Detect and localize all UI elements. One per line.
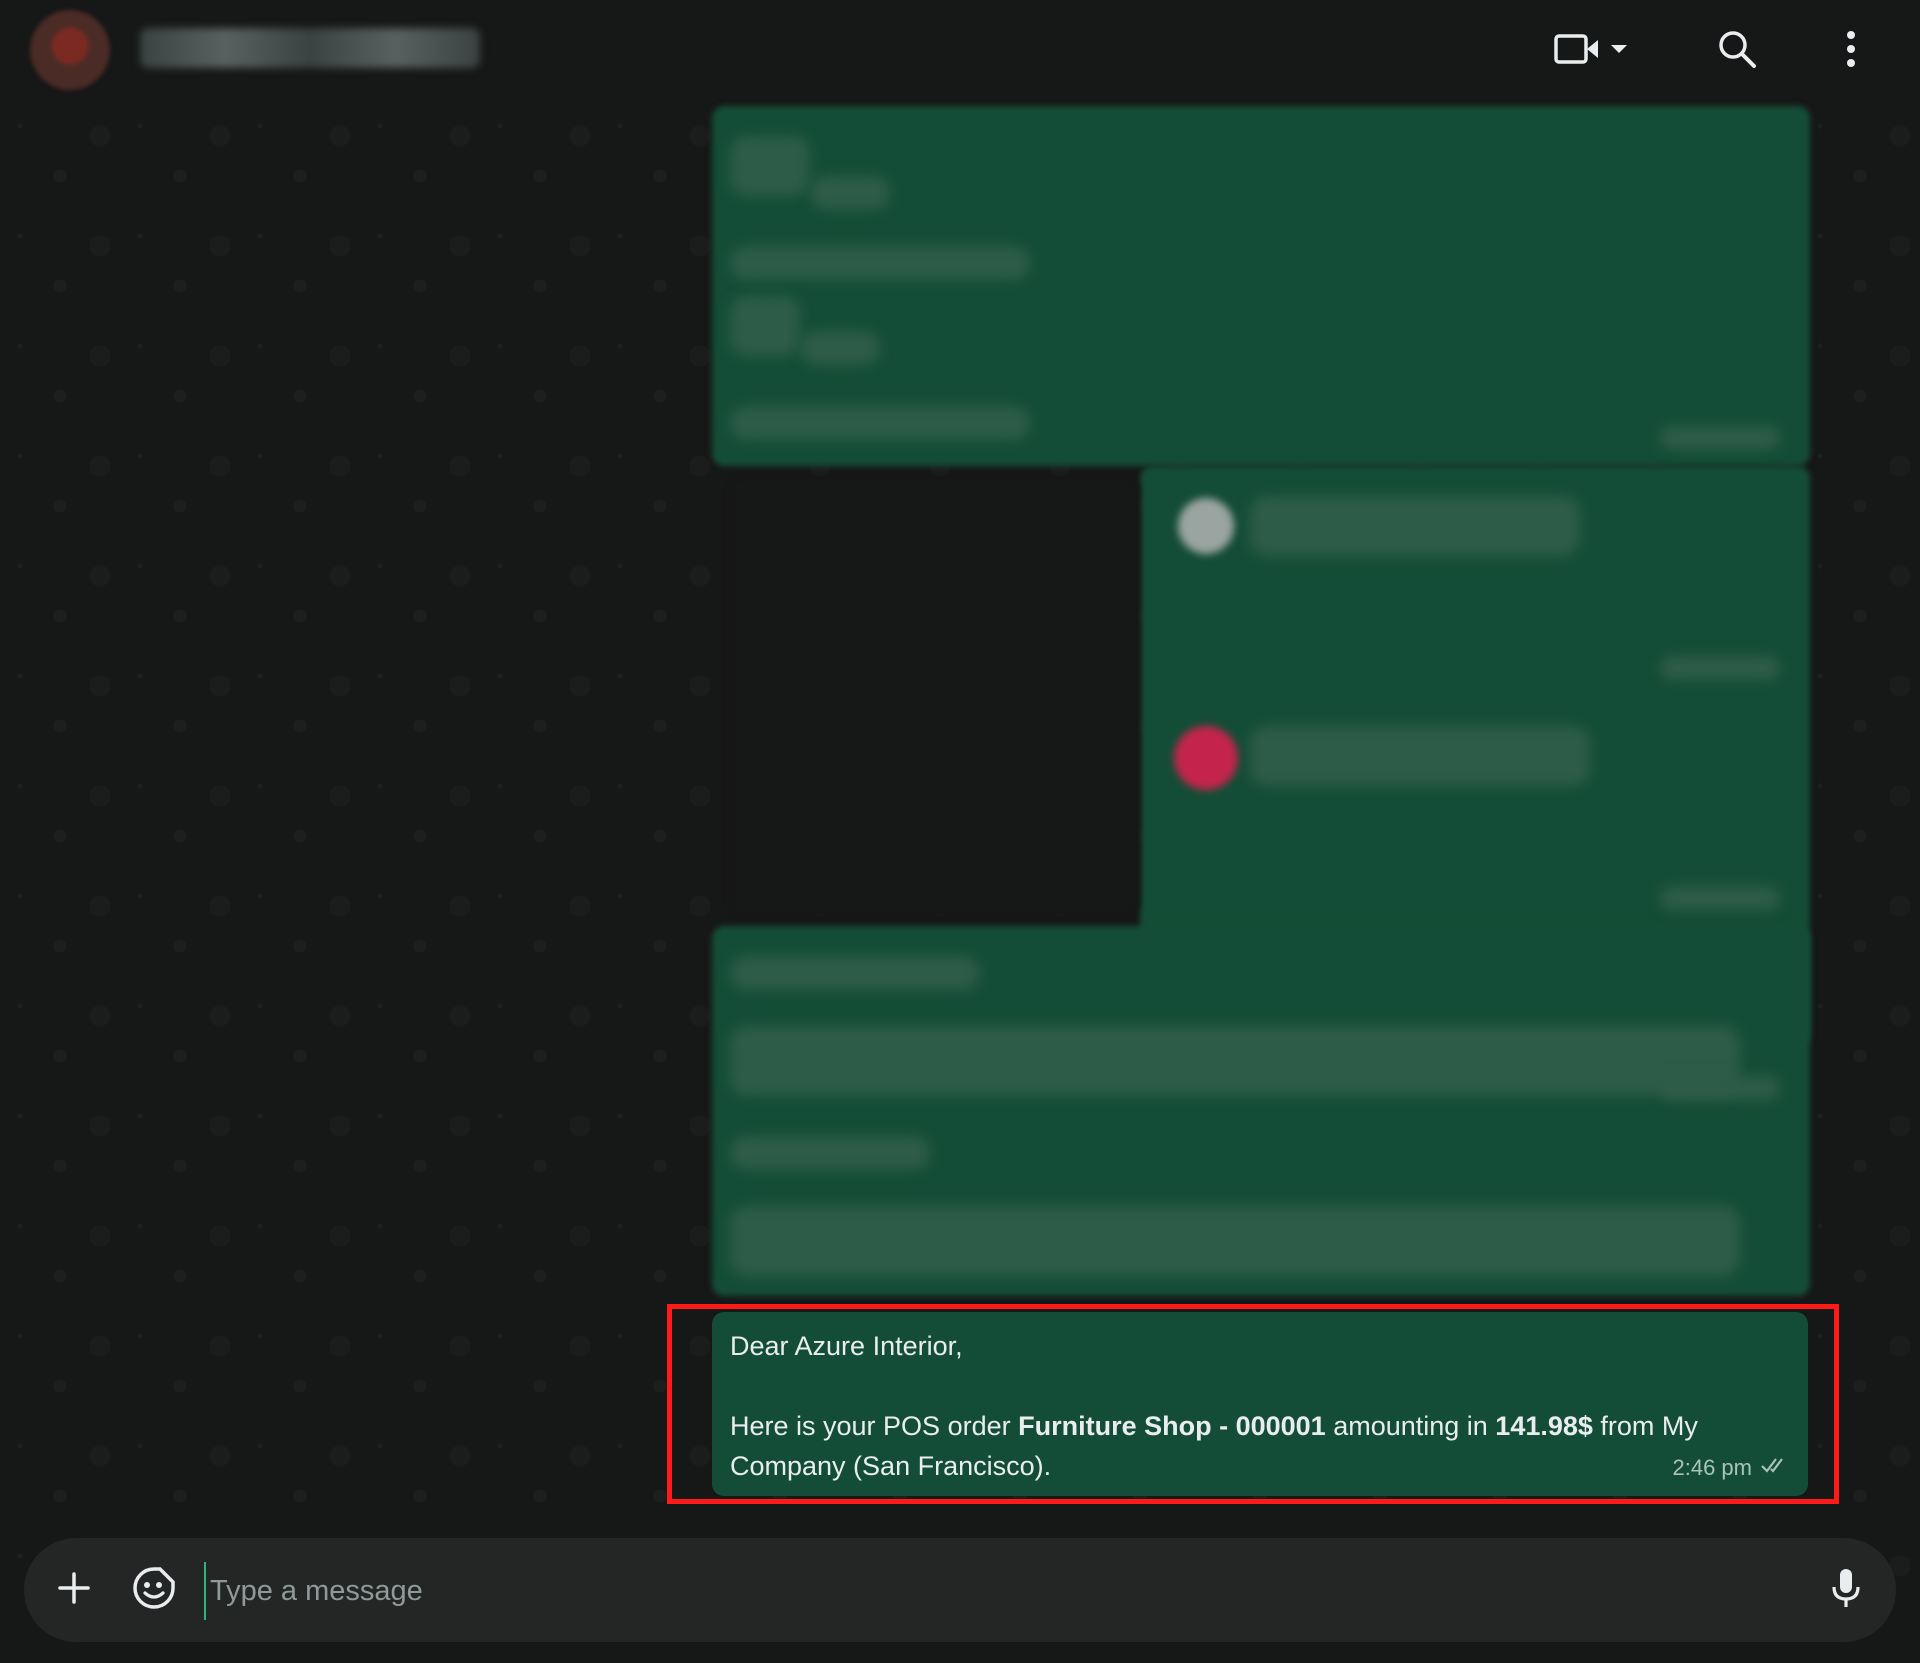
message-input[interactable]: [204, 1562, 1792, 1620]
message-composer: [24, 1538, 1896, 1642]
message-highlight-box: [667, 1304, 1839, 1504]
chevron-down-icon: [1610, 42, 1628, 60]
contact-avatar[interactable]: [30, 10, 110, 90]
voice-message-button[interactable]: [1820, 1564, 1872, 1616]
contact-name[interactable]: [140, 28, 480, 68]
plus-icon: [57, 1571, 91, 1610]
search-icon: [1717, 29, 1757, 74]
redacted-messages: [700, 106, 1810, 1296]
sticker-button[interactable]: [128, 1564, 180, 1616]
chat-header: [0, 0, 1920, 106]
attach-button[interactable]: [48, 1564, 100, 1616]
menu-button[interactable]: [1826, 26, 1876, 76]
video-camera-icon: [1554, 32, 1600, 71]
video-call-button[interactable]: [1546, 26, 1636, 76]
search-button[interactable]: [1712, 26, 1762, 76]
sticker-smiley-icon: [132, 1566, 176, 1615]
more-vertical-icon: [1845, 30, 1857, 73]
microphone-icon: [1830, 1567, 1862, 1614]
